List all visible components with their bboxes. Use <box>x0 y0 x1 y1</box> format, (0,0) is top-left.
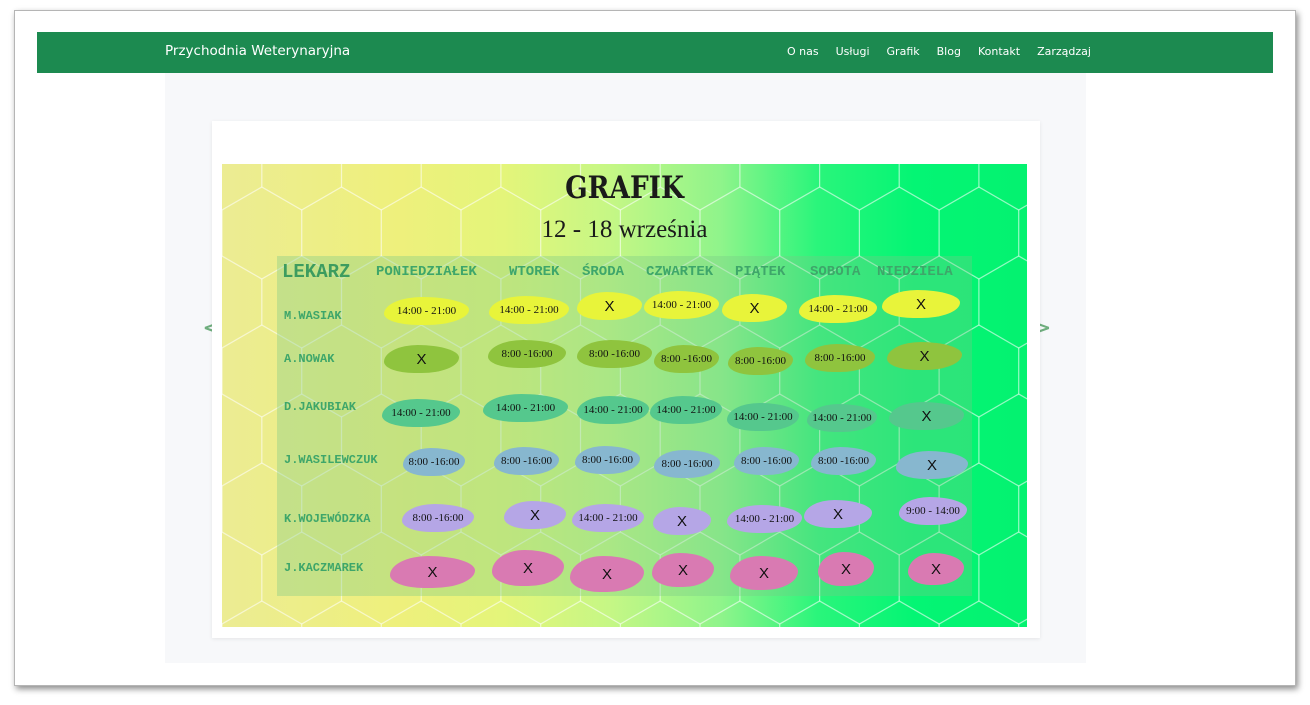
schedule-slide: GRAFIK 12 - 18 września LEKARZ PONIEDZIA… <box>222 164 1027 627</box>
header-day: SOBOTA <box>810 264 861 280</box>
header-day: CZWARTEK <box>646 264 714 280</box>
nav-links: O nas Usługi Grafik Blog Kontakt Zarządz… <box>787 45 1108 58</box>
nav-link-blog[interactable]: Blog <box>937 45 961 58</box>
navbar-brand[interactable]: Przychodnia Weterynaryjna <box>165 43 350 59</box>
nav-link-uslugi[interactable]: Usługi <box>836 45 870 58</box>
doctor-name: J.WASILEWCZUK <box>284 453 378 467</box>
doctor-name: K.WOJEWÓDZKA <box>284 512 371 526</box>
carousel-card: GRAFIK 12 - 18 września LEKARZ PONIEDZIA… <box>212 121 1040 638</box>
doctor-name: D.JAKUBIAK <box>284 400 357 414</box>
navbar: Przychodnia Weterynaryjna O nas Usługi G… <box>37 32 1273 73</box>
header-lekarz: LEKARZ <box>282 261 351 283</box>
header-day: WTOREK <box>509 264 560 280</box>
header-day: NIEDZIELA <box>877 264 953 280</box>
doctor-name: M.WASIAK <box>284 309 342 323</box>
header-day: PIĄTEK <box>735 264 786 280</box>
nav-link-zarzadzaj[interactable]: Zarządzaj <box>1037 45 1091 58</box>
header-day: ŚRODA <box>582 264 625 280</box>
nav-link-o-nas[interactable]: O nas <box>787 45 819 58</box>
main-content: < > GRAFIK 12 - 18 września LEKARZ PONIE… <box>165 73 1086 663</box>
header-day: PONIEDZIAŁEK <box>376 264 477 280</box>
doctor-name: J.KACZMAREK <box>284 561 364 575</box>
schedule-subtitle: 12 - 18 września <box>541 216 708 243</box>
doctor-name: A.NOWAK <box>284 352 335 366</box>
nav-link-kontakt[interactable]: Kontakt <box>978 45 1020 58</box>
nav-link-grafik[interactable]: Grafik <box>887 45 920 58</box>
schedule-title: GRAFIK <box>565 170 684 206</box>
